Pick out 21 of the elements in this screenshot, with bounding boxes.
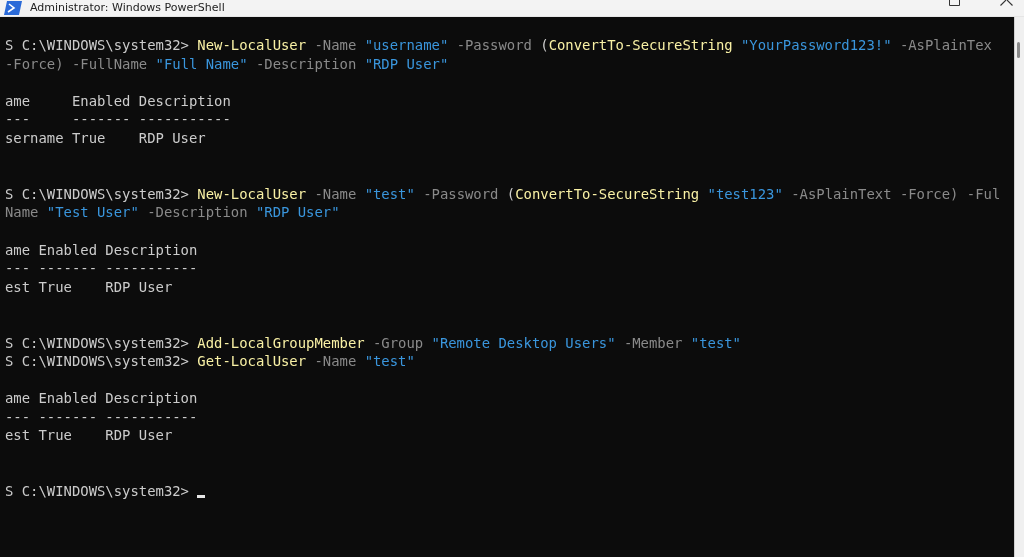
command-line: -Force) -FullName "Full Name" -Description "RDP User" [5, 54, 449, 74]
output-line: --- ------- ----------- [5, 110, 231, 129]
command-line: Name "Test User" -Description "RDP User" [5, 203, 340, 222]
output-line: est True RDP User [5, 277, 173, 297]
command-line: S C:\WINDOWS\system32> Get-LocalUser -Name "test" [5, 352, 415, 371]
maximize-icon[interactable] [949, 0, 960, 6]
output-line: ame Enabled Description [5, 91, 231, 111]
output-line: ame Enabled Description [5, 240, 198, 260]
output-line: --- ------- ----------- [5, 259, 198, 278]
command-line: S C:\WINDOWS\system32> New-LocalUser -Name "username" -Password (ConvertTo-SecureString "YourPassword123!" -AsPlainTex [5, 36, 992, 55]
close-icon[interactable] [1000, 0, 1013, 6]
window-title: Administrator: Windows PowerShell [30, 1, 225, 15]
output-line: ame Enabled Description [5, 389, 198, 408]
command-line: S C:\WINDOWS\system32> [5, 482, 190, 501]
scrollbar[interactable] [1014, 17, 1024, 557]
scrollbar-thumb[interactable] [1017, 42, 1020, 58]
command-line: S C:\WINDOWS\system32> Add-LocalGroupMember -Group "Remote Desktop Users" -Member "test" [5, 333, 741, 353]
output-line: sername True RDP User [5, 128, 206, 148]
output-line: --- ------- ----------- [5, 407, 198, 427]
output-line: est True RDP User [5, 426, 173, 446]
command-line: S C:\WINDOWS\system32> New-LocalUser -Name "test" -Password (ConvertTo-SecureString "test123" -AsPlainText -Force) -Ful [5, 184, 1001, 204]
